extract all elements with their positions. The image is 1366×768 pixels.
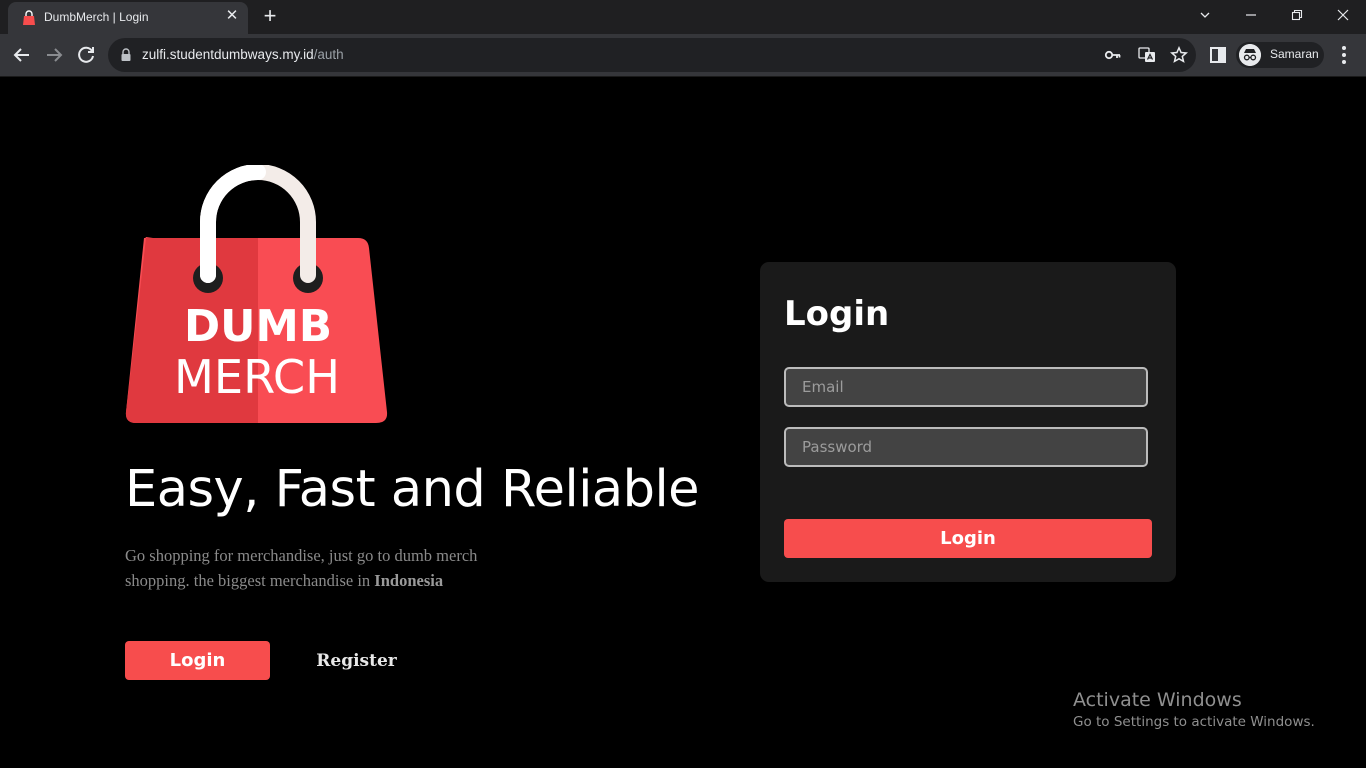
activate-windows-title: Activate Windows bbox=[1073, 689, 1242, 711]
hero-description: Go shopping for merchandise, just go to … bbox=[125, 543, 545, 593]
favicon-bag-icon bbox=[23, 10, 35, 25]
menu-dots-icon[interactable] bbox=[1336, 44, 1352, 66]
tab-title: DumbMerch | Login bbox=[44, 10, 149, 24]
login-card: Login Login bbox=[760, 262, 1176, 582]
reload-icon[interactable] bbox=[74, 43, 98, 67]
incognito-profile-button[interactable]: Samaran bbox=[1236, 42, 1324, 68]
email-field[interactable] bbox=[784, 367, 1148, 407]
browser-toolbar: zulfi.studentdumbways.my.id/auth Samaran bbox=[0, 34, 1366, 77]
page-content: DUMB MERCH Easy, Fast and Reliable Go sh… bbox=[0, 77, 1366, 768]
lock-icon[interactable] bbox=[120, 48, 132, 62]
hero-login-button[interactable]: Login bbox=[125, 641, 270, 680]
restore-icon[interactable] bbox=[1274, 0, 1320, 30]
logo-text-merch: MERCH bbox=[174, 350, 340, 404]
url-host: zulfi.studentdumbways.my.id bbox=[142, 47, 314, 62]
browser-tab[interactable]: DumbMerch | Login ✕ bbox=[8, 2, 248, 34]
sidepanel-icon[interactable] bbox=[1208, 45, 1228, 65]
dumbmerch-logo: DUMB MERCH bbox=[125, 165, 388, 423]
password-field[interactable] bbox=[784, 427, 1148, 467]
hero-register-button[interactable]: Register bbox=[300, 641, 413, 680]
tab-strip: DumbMerch | Login ✕ + bbox=[0, 0, 1366, 34]
back-arrow-icon[interactable] bbox=[10, 43, 34, 67]
minimize-icon[interactable] bbox=[1228, 0, 1274, 30]
key-icon[interactable] bbox=[1104, 46, 1122, 64]
login-submit-button[interactable]: Login bbox=[784, 519, 1152, 558]
translate-icon[interactable] bbox=[1138, 46, 1156, 64]
forward-arrow-icon[interactable] bbox=[42, 43, 66, 67]
tab-search-icon[interactable] bbox=[1182, 0, 1228, 30]
tab-close-icon[interactable]: ✕ bbox=[222, 6, 242, 26]
login-card-title: Login bbox=[784, 294, 890, 334]
new-tab-button[interactable]: + bbox=[258, 4, 282, 28]
activate-windows-subtitle: Go to Settings to activate Windows. bbox=[1073, 714, 1315, 730]
activate-windows-watermark: Activate Windows Go to Settings to activ… bbox=[1073, 689, 1315, 730]
profile-label: Samaran bbox=[1270, 47, 1319, 61]
window-close-icon[interactable] bbox=[1320, 0, 1366, 30]
hero-headline: Easy, Fast and Reliable bbox=[125, 460, 700, 519]
hero-description-bold: Indonesia bbox=[374, 571, 444, 590]
star-icon[interactable] bbox=[1170, 46, 1188, 64]
address-bar[interactable]: zulfi.studentdumbways.my.id/auth bbox=[108, 38, 1196, 72]
url-path: /auth bbox=[313, 47, 344, 62]
incognito-icon bbox=[1239, 44, 1261, 66]
logo-text-dumb: DUMB bbox=[184, 301, 332, 352]
url-text[interactable]: zulfi.studentdumbways.my.id/auth bbox=[142, 47, 344, 62]
